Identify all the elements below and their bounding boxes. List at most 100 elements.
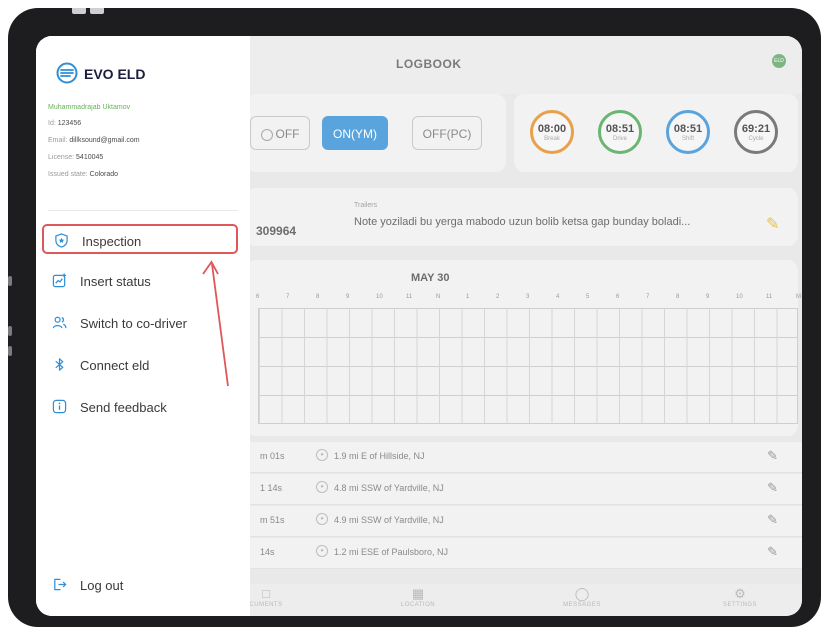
eld-status-badge[interactable]: ELD — [772, 54, 786, 68]
gear-icon: ⚙ — [734, 586, 746, 601]
log-row[interactable]: 14s ● 1.2 mi ESE of Paulsboro, NJ ✎ — [246, 538, 802, 569]
hour-label: 3 — [526, 294, 530, 300]
tab-label: MESSAGES — [563, 602, 601, 608]
tab-messages[interactable]: ◯ MESSAGES — [522, 584, 642, 608]
id-value: 123456 — [57, 120, 82, 127]
timer-value: 08:51 — [605, 123, 635, 135]
timer-label: Shift — [681, 136, 694, 142]
log-row[interactable]: 1 14s ● 4.8 mi SSW of Yardville, NJ ✎ — [246, 474, 802, 505]
menu-item-label: Insert status — [80, 274, 151, 289]
page-title: LOGBOOK — [396, 57, 462, 71]
edit-pencil-icon[interactable]: ✎ — [767, 544, 778, 560]
location-pin-icon: ● — [316, 449, 328, 461]
screen: LOGBOOK ELD OFF ON(YM) OFF(PC) 08:00 Bre… — [36, 36, 802, 616]
vehicle-number: 309964 — [256, 224, 297, 238]
hour-label: 8 — [676, 294, 680, 300]
log-location: 1.9 mi E of Hillside, NJ — [334, 451, 425, 461]
edit-pencil-icon[interactable]: ✎ — [767, 480, 778, 496]
status-offpc-button[interactable]: OFF(PC) — [412, 116, 482, 150]
menu-item-label: Connect eld — [80, 358, 150, 373]
hour-label: 2 — [496, 294, 500, 300]
menu-item-inspection[interactable]: Inspection — [42, 224, 238, 254]
location-pin-icon: ● — [316, 481, 328, 493]
camera-dot — [8, 276, 12, 286]
trailers-value: Note yoziladi bu yerga mabodo uzun bolib… — [354, 216, 691, 228]
camera-dot — [8, 326, 12, 336]
timer-shift: 08:51 Shift — [666, 110, 710, 154]
timer-cycle: 69:21 Cycle — [734, 110, 778, 154]
map-icon: ▦ — [411, 586, 425, 601]
log-duration: m 51s — [260, 515, 285, 525]
divider — [48, 210, 238, 211]
ipad-frame: LOGBOOK ELD OFF ON(YM) OFF(PC) 08:00 Bre… — [8, 8, 821, 627]
bluetooth-icon — [55, 358, 64, 371]
hour-label: 9 — [346, 294, 350, 300]
shield-star-icon — [55, 233, 68, 248]
chat-bubble-icon: ◯ — [574, 586, 590, 601]
log-location: 1.2 mi ESE of Paulsboro, NJ — [334, 547, 449, 557]
hour-label: 7 — [646, 294, 650, 300]
log-duration: m 01s — [260, 451, 285, 461]
tab-settings[interactable]: ⚙ SETTINGS — [680, 584, 800, 608]
edit-pencil-icon[interactable]: ✎ — [767, 512, 778, 528]
edit-pencil-icon[interactable]: ✎ — [767, 448, 778, 464]
log-row[interactable]: m 51s ● 4.9 mi SSW of Yardville, NJ ✎ — [246, 506, 802, 537]
status-off-button[interactable]: OFF — [250, 116, 310, 150]
annotation-arrow — [202, 260, 229, 387]
info-icon — [52, 399, 67, 414]
hour-label: 7 — [286, 294, 290, 300]
state-label: Issued state: — [48, 171, 88, 178]
volume-button — [90, 8, 104, 14]
hour-label: 6 — [256, 294, 260, 300]
hour-label: 10 — [736, 294, 743, 300]
status-on-button[interactable]: ON(YM) — [322, 116, 388, 150]
hour-label: N — [436, 294, 441, 300]
users-icon — [52, 316, 67, 329]
menu-item-label: Inspection — [82, 234, 142, 249]
status-off-label: OFF — [275, 127, 300, 141]
tab-label: SETTINGS — [722, 602, 757, 608]
email-label: Email: — [48, 137, 68, 144]
timer-drive: 08:51 Drive — [598, 110, 642, 154]
chart-plus-icon — [52, 273, 67, 288]
user-email: Email: dillksound@gmail.com — [48, 137, 140, 144]
timer-label: Break — [544, 136, 560, 142]
hour-label: 4 — [556, 294, 560, 300]
hour-label: 5 — [586, 294, 590, 300]
user-id: Id: 123456 — [48, 120, 81, 127]
log-location: 4.8 mi SSW of Yardville, NJ — [334, 483, 444, 493]
timer-break: 08:00 Break — [530, 110, 574, 154]
hour-label: M — [796, 294, 801, 300]
edit-pencil-icon[interactable]: ✎ — [766, 214, 779, 234]
hour-label: 11 — [406, 294, 413, 300]
volume-button — [72, 8, 86, 14]
log-date: MAY 30 — [411, 272, 450, 284]
logout-icon — [54, 578, 67, 591]
brand-name: EVO ELD — [84, 66, 146, 82]
location-pin-icon: ● — [316, 513, 328, 525]
timer-label: Drive — [612, 136, 627, 142]
user-name: Muhammadrajab Uktamov — [48, 104, 131, 111]
hour-labels: 6 7 8 9 10 11 N 1 2 3 4 5 6 7 8 9 10 11 M — [256, 294, 801, 306]
hour-label: 8 — [316, 294, 320, 300]
state-value: Colorado — [89, 171, 119, 178]
logout-button[interactable]: Log out — [42, 570, 238, 600]
timer-value: 69:21 — [741, 123, 771, 135]
location-pin-icon: ● — [316, 545, 328, 557]
duty-status-grid — [258, 308, 798, 424]
timer-value: 08:00 — [537, 123, 567, 135]
timer-value: 08:51 — [673, 123, 703, 135]
log-location: 4.9 mi SSW of Yardville, NJ — [334, 515, 444, 525]
evo-logo-icon — [56, 62, 78, 84]
hour-label: 6 — [616, 294, 620, 300]
hour-label: 9 — [706, 294, 710, 300]
menu-item-send-feedback[interactable]: Send feedback — [42, 392, 238, 422]
hour-label: 1 — [466, 294, 470, 300]
logout-label: Log out — [80, 578, 124, 593]
log-duration: 14s — [260, 547, 275, 557]
user-license: License: 5410045 — [48, 154, 103, 161]
menu-item-label: Switch to co-driver — [80, 316, 187, 331]
log-row[interactable]: m 01s ● 1.9 mi E of Hillside, NJ ✎ — [246, 442, 802, 473]
tab-location[interactable]: ▦ LOCATION — [358, 584, 478, 608]
timer-label: Cycle — [748, 136, 764, 142]
